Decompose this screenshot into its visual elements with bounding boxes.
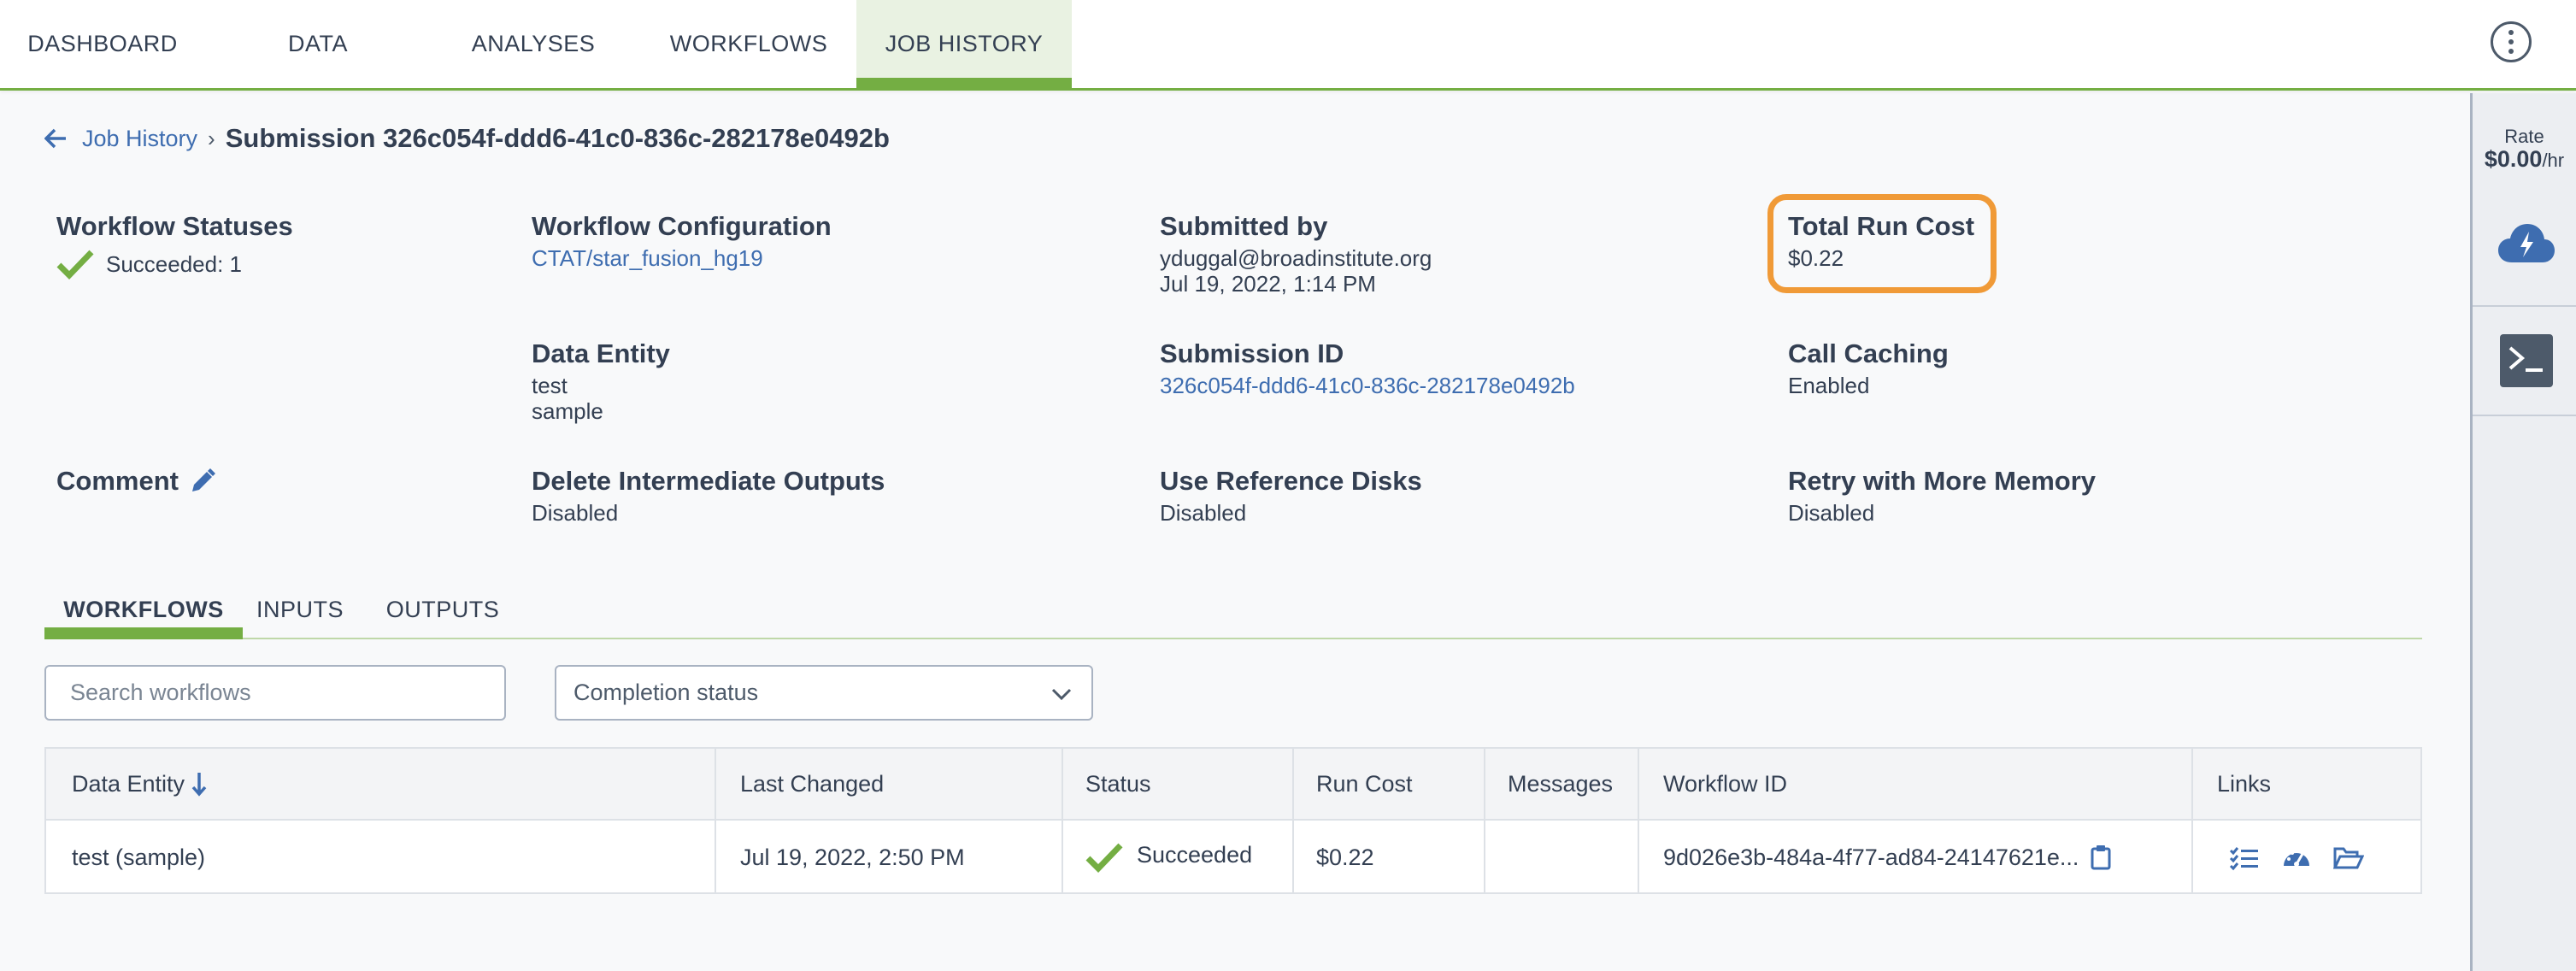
submitted-by-heading: Submitted by bbox=[1160, 211, 1328, 241]
tab-inputs[interactable]: INPUTS bbox=[250, 581, 350, 638]
delete-intermediate-value: Disabled bbox=[532, 500, 619, 526]
submission-tabs: WORKFLOWS INPUTS OUTPUTS bbox=[44, 581, 2422, 639]
terminal-panel[interactable] bbox=[2473, 307, 2576, 416]
header-data-entity[interactable]: Data Entity bbox=[72, 749, 207, 819]
retry-memory-heading: Retry with More Memory bbox=[1788, 466, 2097, 496]
tab-workflows[interactable]: WORKFLOWS bbox=[646, 0, 851, 88]
row-run-cost: $0.22 bbox=[1316, 844, 1374, 870]
workflow-configuration-link[interactable]: CTAT/star_fusion_hg19 bbox=[532, 245, 832, 271]
row-last-changed: Jul 19, 2022, 2:50 PM bbox=[740, 844, 965, 870]
header-run-cost[interactable]: Run Cost bbox=[1316, 749, 1413, 819]
search-workflows-input[interactable] bbox=[44, 665, 506, 721]
tab-outputs[interactable]: OUTPUTS bbox=[379, 581, 506, 638]
check-icon bbox=[56, 250, 94, 280]
submission-id-section: Submission ID 326c054f-ddd6-41c0-836c-28… bbox=[1160, 338, 1575, 398]
header-messages[interactable]: Messages bbox=[1508, 749, 1613, 819]
breadcrumb-separator: › bbox=[208, 125, 215, 151]
chevron-down-icon bbox=[1051, 688, 1072, 701]
submission-id-link[interactable]: 326c054f-ddd6-41c0-836c-282178e0492b bbox=[1160, 373, 1575, 398]
workflow-statuses-heading: Workflow Statuses bbox=[56, 211, 293, 241]
delete-intermediate-outputs-section: Delete Intermediate Outputs Disabled bbox=[532, 466, 885, 526]
completion-status-placeholder: Completion status bbox=[573, 680, 759, 705]
use-reference-disks-value: Disabled bbox=[1160, 500, 1247, 526]
total-run-cost-value: $0.22 bbox=[1788, 245, 1844, 271]
header-status[interactable]: Status bbox=[1085, 749, 1151, 819]
header-last-changed[interactable]: Last Changed bbox=[740, 749, 884, 819]
arrow-left-icon[interactable] bbox=[44, 128, 67, 149]
data-entity-heading: Data Entity bbox=[532, 338, 670, 368]
submitted-by-section: Submitted by yduggal@broadinstitute.org … bbox=[1160, 211, 1432, 297]
dashboard-gauge-icon[interactable] bbox=[2282, 845, 2311, 871]
cloud-environment-panel[interactable]: Rate $0.00/hr bbox=[2473, 93, 2576, 307]
column-divider bbox=[715, 749, 716, 892]
tab-dashboard[interactable]: DASHBOARD bbox=[0, 0, 205, 88]
workflow-status-row: Succeeded: 1 bbox=[56, 249, 293, 280]
use-reference-disks-section: Use Reference Disks Disabled bbox=[1160, 466, 1422, 526]
rate-value: $0.00/hr bbox=[2473, 146, 2576, 173]
workflow-status-value: Succeeded: 1 bbox=[106, 251, 243, 277]
call-caching-section: Call Caching Enabled bbox=[1788, 338, 1949, 398]
rate-unit: /hr bbox=[2542, 150, 2565, 171]
submission-date: Jul 19, 2022, 1:14 PM bbox=[1160, 271, 1376, 297]
submission-id-heading: Submission ID bbox=[1160, 338, 1344, 368]
comment-section: Comment bbox=[56, 466, 216, 497]
folder-open-icon[interactable] bbox=[2333, 845, 2364, 871]
pencil-icon[interactable] bbox=[189, 468, 216, 495]
workflows-table: Data Entity Last Changed Status Run Cost… bbox=[44, 747, 2422, 894]
workflow-configuration-heading: Workflow Configuration bbox=[532, 211, 832, 241]
column-divider bbox=[1638, 749, 1639, 892]
workflow-configuration-section: Workflow Configuration CTAT/star_fusion_… bbox=[532, 211, 832, 271]
task-list-icon[interactable] bbox=[2229, 845, 2260, 871]
rate-amount: $0.00 bbox=[2484, 146, 2543, 172]
data-entity-name: test bbox=[532, 373, 568, 398]
retry-memory-value: Disabled bbox=[1788, 500, 1875, 526]
workflow-statuses-section: Workflow Statuses Succeeded: 1 bbox=[56, 211, 293, 280]
row-workflow-id: 9d026e3b-484a-4f77-ad84-24147621e... bbox=[1663, 822, 2111, 892]
clipboard-icon[interactable] bbox=[2091, 844, 2111, 870]
top-navigation: DASHBOARD DATA ANALYSES WORKFLOWS JOB HI… bbox=[0, 0, 2576, 91]
tab-analyses[interactable]: ANALYSES bbox=[431, 0, 636, 88]
right-rail: Rate $0.00/hr bbox=[2470, 93, 2576, 971]
data-entity-type: sample bbox=[532, 398, 603, 424]
completion-status-select[interactable]: Completion status bbox=[555, 665, 1093, 721]
page-title: Submission 326c054f-ddd6-41c0-836c-28217… bbox=[225, 123, 890, 153]
breadcrumb-job-history-link[interactable]: Job History bbox=[82, 126, 197, 152]
cloud-lightning-icon[interactable] bbox=[2497, 221, 2556, 264]
header-data-entity-label: Data Entity bbox=[72, 770, 185, 797]
tab-data[interactable]: DATA bbox=[215, 0, 421, 88]
total-run-cost-heading: Total Run Cost bbox=[1788, 211, 1975, 241]
column-divider bbox=[1062, 749, 1063, 892]
sort-arrow-down-icon[interactable] bbox=[191, 771, 207, 797]
total-run-cost-section: Total Run Cost $0.22 bbox=[1788, 211, 1974, 271]
retry-memory-section: Retry with More Memory Disabled bbox=[1788, 466, 2096, 526]
row-status-label: Succeeded bbox=[1137, 841, 1253, 868]
row-status: Succeeded bbox=[1085, 822, 1252, 892]
column-divider bbox=[1484, 749, 1485, 892]
row-workflow-id-value: 9d026e3b-484a-4f77-ad84-24147621e... bbox=[1663, 844, 2079, 870]
check-icon bbox=[1085, 843, 1123, 873]
row-data-entity: test (sample) bbox=[72, 844, 206, 870]
more-options-icon[interactable] bbox=[2491, 21, 2532, 62]
header-workflow-id[interactable]: Workflow ID bbox=[1663, 749, 1787, 819]
submitter-email: yduggal@broadinstitute.org bbox=[1160, 245, 1432, 271]
column-divider bbox=[1292, 749, 1294, 892]
table-header: Data Entity Last Changed Status Run Cost… bbox=[46, 749, 2420, 821]
header-links: Links bbox=[2217, 770, 2272, 797]
data-entity-section: Data Entity test sample bbox=[532, 338, 670, 424]
use-reference-disks-heading: Use Reference Disks bbox=[1160, 466, 1422, 496]
comment-heading: Comment bbox=[56, 466, 179, 496]
terminal-icon[interactable] bbox=[2500, 334, 2553, 387]
breadcrumb: Job History › Submission 326c054f-ddd6-4… bbox=[44, 120, 890, 157]
tab-workflows-list[interactable]: WORKFLOWS bbox=[44, 581, 243, 639]
tab-job-history[interactable]: JOB HISTORY bbox=[856, 0, 1072, 88]
table-row: test (sample) Jul 19, 2022, 2:50 PM Succ… bbox=[46, 822, 2420, 892]
call-caching-value: Enabled bbox=[1788, 373, 1870, 398]
delete-intermediate-heading: Delete Intermediate Outputs bbox=[532, 466, 885, 496]
rate-label: Rate bbox=[2504, 126, 2544, 147]
call-caching-heading: Call Caching bbox=[1788, 338, 1949, 368]
column-divider bbox=[2191, 749, 2193, 892]
